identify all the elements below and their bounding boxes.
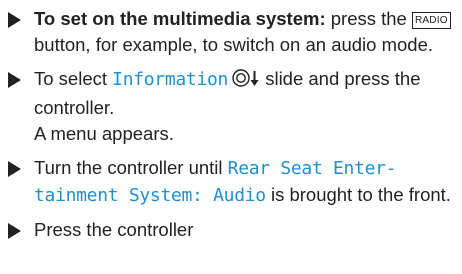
display-menu-item: Information [112,69,229,90]
step-arrow-icon [8,161,21,177]
instruction-step-4: Press the controller [6,217,456,243]
step-text: press the [325,8,412,29]
instruction-step-1: To set on the multimedia system: press t… [6,6,456,58]
step-text: is brought to the front. [265,184,451,205]
step-arrow-icon [8,12,21,28]
step-arrow-icon [8,72,21,88]
step-text: button, for example, to switch on an aud… [34,34,434,55]
instruction-step-2: To select Information slide and press th… [6,66,456,147]
step-text: Turn the controller until [34,157,228,178]
controller-dial-icon [230,68,260,95]
step-arrow-icon [8,223,21,239]
instruction-page: To set on the multimedia system: press t… [0,0,462,274]
instruction-step-3: Turn the controller until Rear Seat Ente… [6,155,456,209]
step-lead: To set on the multimedia system: [34,8,326,29]
step-text: To select [34,68,113,89]
step-text: Press the controller [34,219,194,240]
radio-button-label: RADIO [412,12,451,29]
step-result: A menu appears. [34,123,174,144]
